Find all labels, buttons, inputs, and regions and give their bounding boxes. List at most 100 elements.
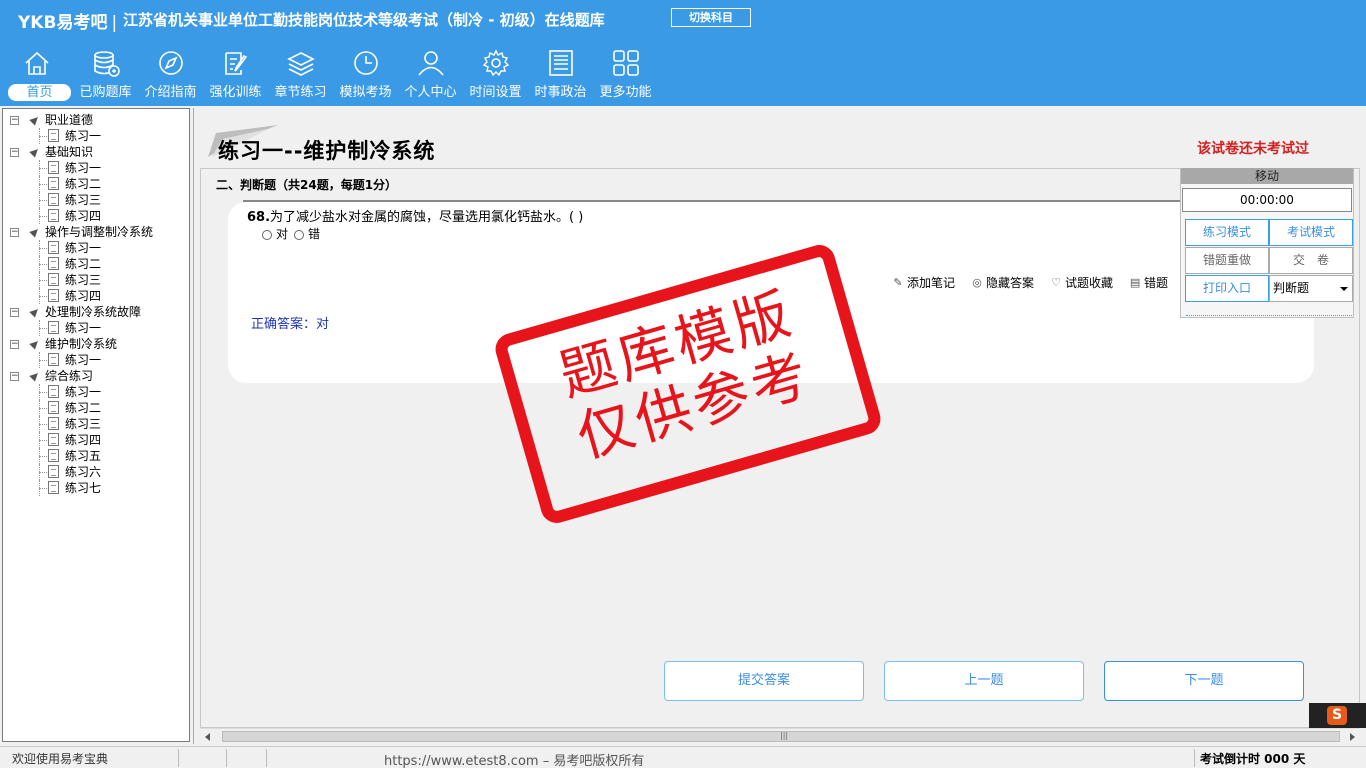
folder-icon [29, 146, 41, 158]
tree-item[interactable]: 练习一 [3, 352, 189, 368]
tree-group[interactable]: − 维护制冷系统 [3, 336, 189, 352]
tree-item-label: 练习四 [65, 433, 102, 447]
exam-mode-button[interactable]: 考试模式 [1269, 219, 1353, 246]
nav-item-0[interactable]: 首页 [0, 48, 73, 106]
tree-item[interactable]: 练习三 [3, 192, 189, 208]
tree-item[interactable]: 练习四 [3, 288, 189, 304]
collapse-toggle-icon[interactable]: − [10, 228, 19, 237]
nav-label: 个人中心 [404, 85, 457, 100]
submit-answer-button[interactable]: 提交答案 [664, 661, 864, 701]
tree-item[interactable]: 练习二 [3, 176, 189, 192]
tree-item[interactable]: 练习二 [3, 400, 189, 416]
next-question-button[interactable]: 下一题 [1104, 661, 1304, 701]
nav-item-1[interactable]: 已购题库 [73, 48, 138, 106]
nav-item-2[interactable]: 介绍指南 [138, 48, 203, 106]
redo-wrong-button[interactable]: 错题重做 [1185, 247, 1269, 274]
tree-item[interactable]: 练习七 [3, 480, 189, 496]
tree-item[interactable]: 练习一 [3, 160, 189, 176]
nav-label: 已购题库 [79, 85, 132, 100]
collapse-toggle-icon[interactable]: − [10, 372, 19, 381]
tree-item-label: 练习六 [65, 465, 102, 479]
collapse-toggle-icon[interactable]: − [10, 308, 19, 317]
tree-item[interactable]: 练习五 [3, 448, 189, 464]
tree-item[interactable]: 练习一 [3, 384, 189, 400]
submit-paper-button[interactable]: 交 卷 [1269, 247, 1353, 274]
tree-item[interactable]: 练习二 [3, 256, 189, 272]
question-number: 68. [247, 210, 271, 225]
tree-line [39, 360, 47, 361]
tree-item-label: 练习七 [65, 481, 102, 495]
tree-group-label: 综合练习 [45, 369, 94, 383]
collapse-toggle-icon[interactable]: − [10, 116, 19, 125]
tree-item-label: 练习一 [65, 321, 102, 335]
folder-icon [29, 370, 41, 382]
document-icon [48, 417, 59, 430]
tree-group[interactable]: − 处理制冷系统故障 [3, 304, 189, 320]
prev-question-button[interactable]: 上一题 [884, 661, 1084, 701]
pencil-icon: ✎ [893, 275, 903, 289]
tree-group[interactable]: − 操作与调整制冷系统 [3, 224, 189, 240]
tree-group[interactable]: − 基础知识 [3, 144, 189, 160]
horizontal-scrollbar[interactable]: ||| [200, 728, 1360, 744]
folder-icon [29, 306, 41, 318]
nav-item-9[interactable]: 更多功能 [593, 48, 658, 106]
tree-group-label: 处理制冷系统故障 [45, 305, 142, 319]
nav-item-3[interactable]: 强化训练 [203, 48, 268, 106]
nav-item-7[interactable]: 时间设置 [463, 48, 528, 106]
favorite-button[interactable]: ♡ 试题收藏 [1050, 274, 1113, 291]
tree-item-label: 练习二 [65, 177, 102, 191]
ime-widget[interactable]: S [1309, 703, 1366, 728]
radio-false[interactable] [294, 229, 305, 240]
switch-subject-button[interactable]: 切换科目 [671, 8, 751, 27]
tree-item[interactable]: 练习一 [3, 320, 189, 336]
option-true[interactable]: 对 [262, 225, 288, 242]
tree-group[interactable]: − 职业道德 [3, 112, 189, 128]
tree-item[interactable]: 练习四 [3, 208, 189, 224]
folder-icon [29, 338, 41, 350]
scroll-left-icon[interactable] [205, 733, 210, 741]
hide-answer-button[interactable]: ◎ 隐藏答案 [971, 274, 1034, 291]
tree-line [39, 216, 47, 217]
radio-true[interactable] [262, 229, 272, 240]
tree-item[interactable]: 练习六 [3, 464, 189, 480]
document-icon [48, 209, 59, 222]
tree-item[interactable]: 练习三 [3, 416, 189, 432]
error-report-button[interactable]: ▤ 错题 [1129, 274, 1168, 291]
practice-mode-button[interactable]: 练习模式 [1185, 219, 1269, 246]
chevron-down-icon [1340, 287, 1348, 291]
tree-item[interactable]: 练习三 [3, 272, 189, 288]
document-icon [48, 161, 59, 174]
option-false[interactable]: 错 [294, 225, 320, 242]
nav-item-5[interactable]: 模拟考场 [333, 48, 398, 106]
print-button[interactable]: 打印入口 [1185, 275, 1269, 302]
scroll-right-icon[interactable] [1350, 733, 1355, 741]
answer-options: 对 错 [262, 225, 320, 242]
app-header: YKB易考吧 | 江苏省机关事业单位工勤技能岗位技术等级考试（制冷 - 初级）在线… [0, 0, 1366, 106]
tree-item-label: 练习四 [65, 289, 102, 303]
document-icon [48, 401, 59, 414]
exam-title: 江苏省机关事业单位工勤技能岗位技术等级考试（制冷 - 初级）在线题库 [123, 11, 605, 29]
nav-item-6[interactable]: 个人中心 [398, 48, 463, 106]
tree-item[interactable]: 练习四 [3, 432, 189, 448]
collapse-toggle-icon[interactable]: − [10, 340, 19, 349]
divider [178, 749, 179, 767]
question-type-select[interactable]: 判断题 [1269, 275, 1353, 302]
tree-item-label: 练习三 [65, 193, 102, 207]
section-heading: 二、判断题（共24题，每题1分） [216, 178, 398, 192]
document-icon [48, 481, 59, 494]
tree-item[interactable]: 练习一 [3, 240, 189, 256]
tree-item[interactable]: 练习一 [3, 128, 189, 144]
nav-label: 章节练习 [274, 85, 327, 100]
nav-item-8[interactable]: 时事政治 [528, 48, 593, 106]
document-icon [48, 257, 59, 270]
tree-group[interactable]: − 综合练习 [3, 368, 189, 384]
collapse-toggle-icon[interactable]: − [10, 148, 19, 157]
add-note-button[interactable]: ✎ 添加笔记 [892, 274, 955, 291]
tree-line [39, 184, 47, 185]
panel-move-handle[interactable]: 移动 [1181, 168, 1353, 184]
nav-item-4[interactable]: 章节练习 [268, 48, 333, 106]
panel-footer [1186, 311, 1352, 316]
clock-icon [353, 51, 378, 75]
document-icon [48, 449, 59, 462]
gear-icon [482, 49, 509, 77]
